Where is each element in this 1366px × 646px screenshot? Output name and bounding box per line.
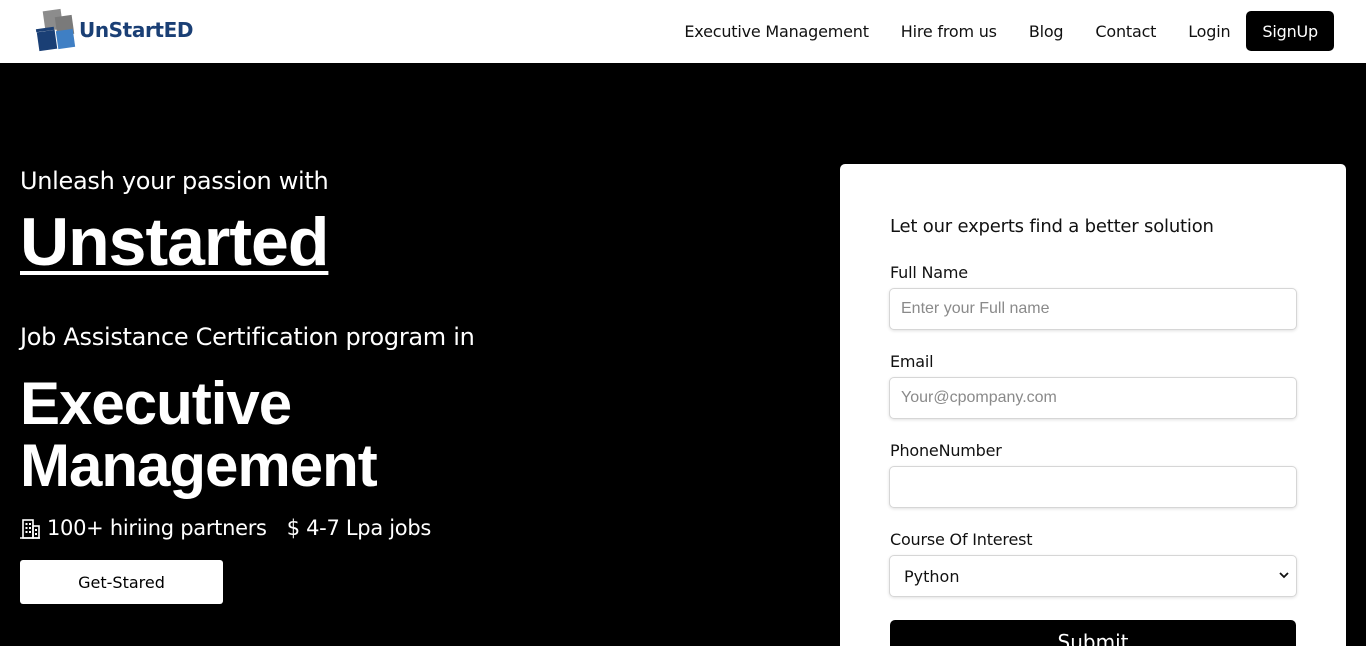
nav-link-executive-management[interactable]: Executive Management [684,22,869,41]
logo-text: UnStartED [79,18,194,42]
hero-stats: 100+ hiriing partners $ 4-7 Lpa jobs [20,516,431,540]
phone-input[interactable] [889,466,1297,508]
form-heading: Let our experts find a better solution [890,216,1214,237]
lead-form-card: Let our experts find a better solution F… [840,164,1346,646]
top-navbar: UnStartED Executive Management Hire from… [0,0,1366,63]
phone-label: PhoneNumber [890,441,1002,460]
nav-link-login[interactable]: Login [1188,22,1230,41]
hero-brand-name: Unstarted [20,204,329,280]
hero-headline-line-2: Management [20,432,378,499]
email-label: Email [890,352,934,371]
hero-headline: Executive Management [20,370,378,499]
course-select-value: Python [904,567,960,586]
full-name-input[interactable] [889,288,1297,330]
email-input[interactable] [889,377,1297,419]
partners-stat: 100+ hiriing partners [47,516,267,540]
logo[interactable]: UnStartED [35,8,194,52]
full-name-label: Full Name [890,263,968,282]
hero-program-text: Job Assistance Certification program in [20,323,475,351]
signup-button[interactable]: SignUp [1246,11,1334,51]
get-started-button[interactable]: Get-Stared [20,560,223,604]
building-icon [20,519,40,539]
hero-section: Unleash your passion with Unstarted Job … [20,63,800,646]
course-select[interactable]: Python [889,555,1297,597]
nav-link-hire-from-us[interactable]: Hire from us [901,22,997,41]
chevron-down-icon [1279,572,1289,579]
hero-tagline: Unleash your passion with [20,167,329,195]
nav-links: Executive Management Hire from us Blog C… [684,11,1334,51]
course-label: Course Of Interest [890,530,1033,549]
nav-link-contact[interactable]: Contact [1095,22,1156,41]
nav-link-blog[interactable]: Blog [1029,22,1064,41]
submit-button[interactable]: Submit [890,620,1296,646]
logo-icon [35,8,76,52]
salary-stat: $ 4-7 Lpa jobs [286,516,432,540]
hero-headline-line-1: Executive [20,370,292,437]
